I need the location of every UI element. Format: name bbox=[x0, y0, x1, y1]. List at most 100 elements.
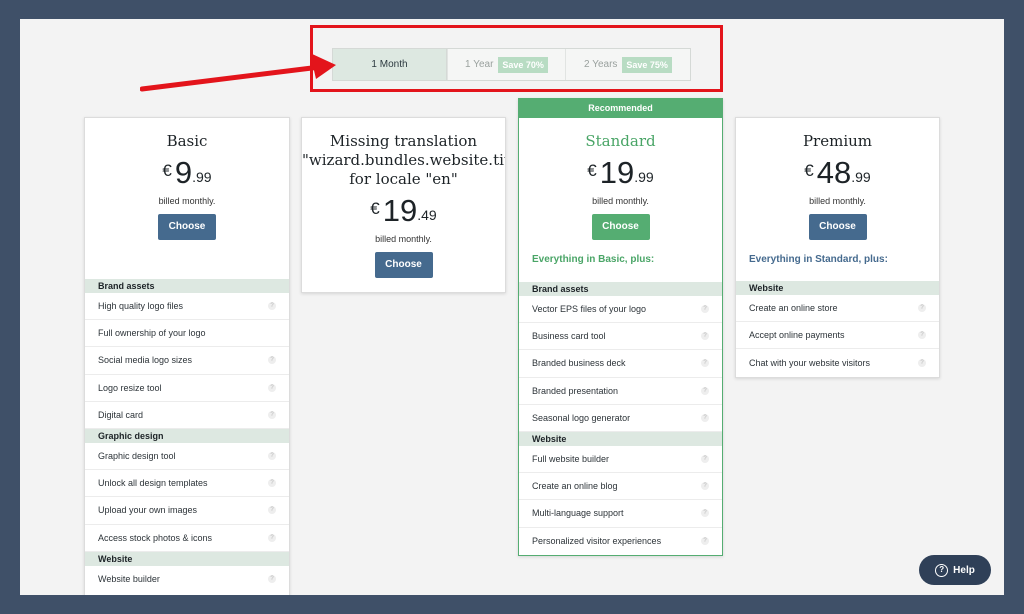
feature-label: Business card tool bbox=[532, 331, 606, 342]
feature-label: Create an online store bbox=[749, 303, 838, 314]
period-option-label: 1 Month bbox=[371, 59, 408, 70]
feature-label: Branded business deck bbox=[532, 358, 626, 369]
feature-row: Full ownership of your logo bbox=[85, 320, 289, 348]
info-icon[interactable]: ? bbox=[268, 302, 276, 311]
billing-note: billed monthly. bbox=[158, 196, 216, 206]
info-icon[interactable]: ? bbox=[701, 413, 709, 422]
info-icon[interactable]: ? bbox=[701, 332, 709, 341]
info-icon[interactable]: ? bbox=[268, 383, 276, 392]
choose-website-button[interactable]: Choose bbox=[374, 252, 433, 278]
choose-premium-button[interactable]: Choose bbox=[808, 214, 867, 240]
plan-includes-note: Everything in Basic, plus: bbox=[532, 254, 655, 265]
feature-label: Graphic design tool bbox=[98, 451, 176, 462]
billing-note: billed monthly. bbox=[809, 196, 866, 206]
plan-title: Basic bbox=[166, 132, 208, 150]
question-icon: ? bbox=[935, 563, 949, 577]
period-option-label: 2 Years bbox=[584, 59, 618, 70]
info-icon[interactable]: ? bbox=[268, 479, 276, 488]
price-decimal: .99 bbox=[634, 169, 654, 185]
price-decimal: .99 bbox=[851, 169, 871, 185]
price-integer: 48 bbox=[816, 155, 852, 190]
plan-title-line: for locale "en" bbox=[349, 170, 458, 188]
info-icon[interactable]: ? bbox=[701, 386, 709, 395]
feature-row: Digital card? bbox=[85, 402, 289, 429]
plan-card-website: Missing translation "wizard.bundles.webs… bbox=[301, 117, 506, 293]
feature-label: Multi-language support bbox=[532, 508, 624, 519]
plan-price: € 19 .49 bbox=[302, 194, 505, 228]
plan-title: Standard bbox=[585, 132, 656, 150]
info-icon[interactable]: ? bbox=[918, 304, 926, 313]
billing-period-toggle: 1 Month 1 Year Save 70% 2 Years Save 75% bbox=[332, 48, 691, 81]
info-icon[interactable]: ? bbox=[701, 509, 709, 518]
feature-label: High quality logo files bbox=[98, 301, 184, 312]
feature-label: Full website builder bbox=[532, 454, 610, 465]
feature-list: Website Create an online store? Accept o… bbox=[736, 281, 939, 377]
feature-label: Accept online payments bbox=[749, 330, 845, 341]
info-icon[interactable]: ? bbox=[701, 305, 709, 314]
feature-row: Branded business deck? bbox=[519, 350, 722, 378]
plan-title: Premium bbox=[802, 132, 873, 150]
feature-list: Brand assets High quality logo files? Fu… bbox=[85, 279, 289, 593]
feature-label: Logo resize tool bbox=[98, 382, 162, 393]
choose-basic-button[interactable]: Choose bbox=[158, 214, 216, 240]
feature-label: Seasonal logo generator bbox=[532, 412, 631, 423]
feature-row: Branded presentation? bbox=[519, 378, 722, 405]
choose-standard-button[interactable]: Choose bbox=[591, 214, 650, 240]
period-option-1-month[interactable]: 1 Month bbox=[333, 49, 447, 80]
feature-label: Full ownership of your logo bbox=[98, 328, 206, 339]
feature-label: Digital card bbox=[98, 409, 144, 420]
info-icon[interactable]: ? bbox=[701, 482, 709, 491]
feature-label: Website builder bbox=[98, 574, 160, 585]
feature-section-header: Brand assets bbox=[85, 279, 289, 293]
feature-label: Branded presentation bbox=[532, 385, 619, 396]
feature-section-header: Website bbox=[736, 281, 939, 295]
info-icon[interactable]: ? bbox=[701, 537, 709, 546]
feature-row: Vector EPS files of your logo? bbox=[519, 296, 722, 324]
feature-row: Upload your own images? bbox=[85, 497, 289, 525]
feature-list: Brand assets Vector EPS files of your lo… bbox=[519, 282, 722, 555]
feature-row: High quality logo files? bbox=[85, 293, 289, 321]
info-icon[interactable]: ? bbox=[701, 359, 709, 368]
feature-row: Create an online blog? bbox=[519, 473, 722, 501]
info-icon[interactable]: ? bbox=[268, 356, 276, 365]
feature-label: Vector EPS files of your logo bbox=[532, 304, 647, 315]
info-icon[interactable]: ? bbox=[268, 575, 276, 584]
feature-row: Full website builder? bbox=[519, 446, 722, 474]
billing-note: billed monthly. bbox=[375, 234, 432, 244]
plan-includes-note: Everything in Standard, plus: bbox=[749, 254, 888, 265]
info-icon[interactable]: ? bbox=[918, 331, 926, 340]
feature-section-header: Website bbox=[85, 551, 289, 566]
feature-row: Create an online store? bbox=[736, 295, 939, 323]
help-label: Help bbox=[953, 564, 975, 576]
feature-row: Social media logo sizes? bbox=[85, 347, 289, 375]
info-icon[interactable]: ? bbox=[268, 452, 276, 461]
plan-card-premium: Premium € 48 .99 billed monthly. Choose … bbox=[735, 117, 940, 378]
feature-row: Chat with your website visitors? bbox=[736, 349, 939, 376]
plan-price: € 48 .99 bbox=[736, 156, 939, 190]
feature-row: Graphic design tool? bbox=[85, 443, 289, 471]
feature-section-header: Brand assets bbox=[519, 282, 722, 296]
feature-label: Upload your own images bbox=[98, 505, 198, 516]
price-currency: € bbox=[370, 199, 380, 218]
feature-label: Chat with your website visitors bbox=[749, 357, 871, 368]
info-icon[interactable]: ? bbox=[268, 506, 276, 515]
help-button[interactable]: ? Help bbox=[919, 555, 991, 585]
info-icon[interactable]: ? bbox=[701, 455, 709, 464]
feature-row: Multi-language support? bbox=[519, 500, 722, 528]
feature-row: Seasonal logo generator? bbox=[519, 405, 722, 432]
period-option-2-years[interactable]: 2 Years Save 75% bbox=[565, 49, 690, 80]
feature-row: Business card tool? bbox=[519, 323, 722, 351]
info-icon[interactable]: ? bbox=[268, 410, 276, 419]
feature-label: Personalized visitor experiences bbox=[532, 536, 662, 547]
feature-row: Access stock photos & icons? bbox=[85, 525, 289, 552]
price-integer: 19 bbox=[599, 155, 635, 190]
price-decimal: .99 bbox=[192, 169, 212, 185]
feature-row: Logo resize tool? bbox=[85, 375, 289, 402]
period-option-1-year[interactable]: 1 Year Save 70% bbox=[447, 49, 565, 80]
info-icon[interactable]: ? bbox=[918, 358, 926, 367]
feature-row: Website builder? bbox=[85, 566, 289, 593]
price-currency: € bbox=[162, 161, 172, 180]
feature-label: Social media logo sizes bbox=[98, 355, 193, 366]
feature-row: Unlock all design templates? bbox=[85, 470, 289, 498]
info-icon[interactable]: ? bbox=[268, 533, 276, 542]
